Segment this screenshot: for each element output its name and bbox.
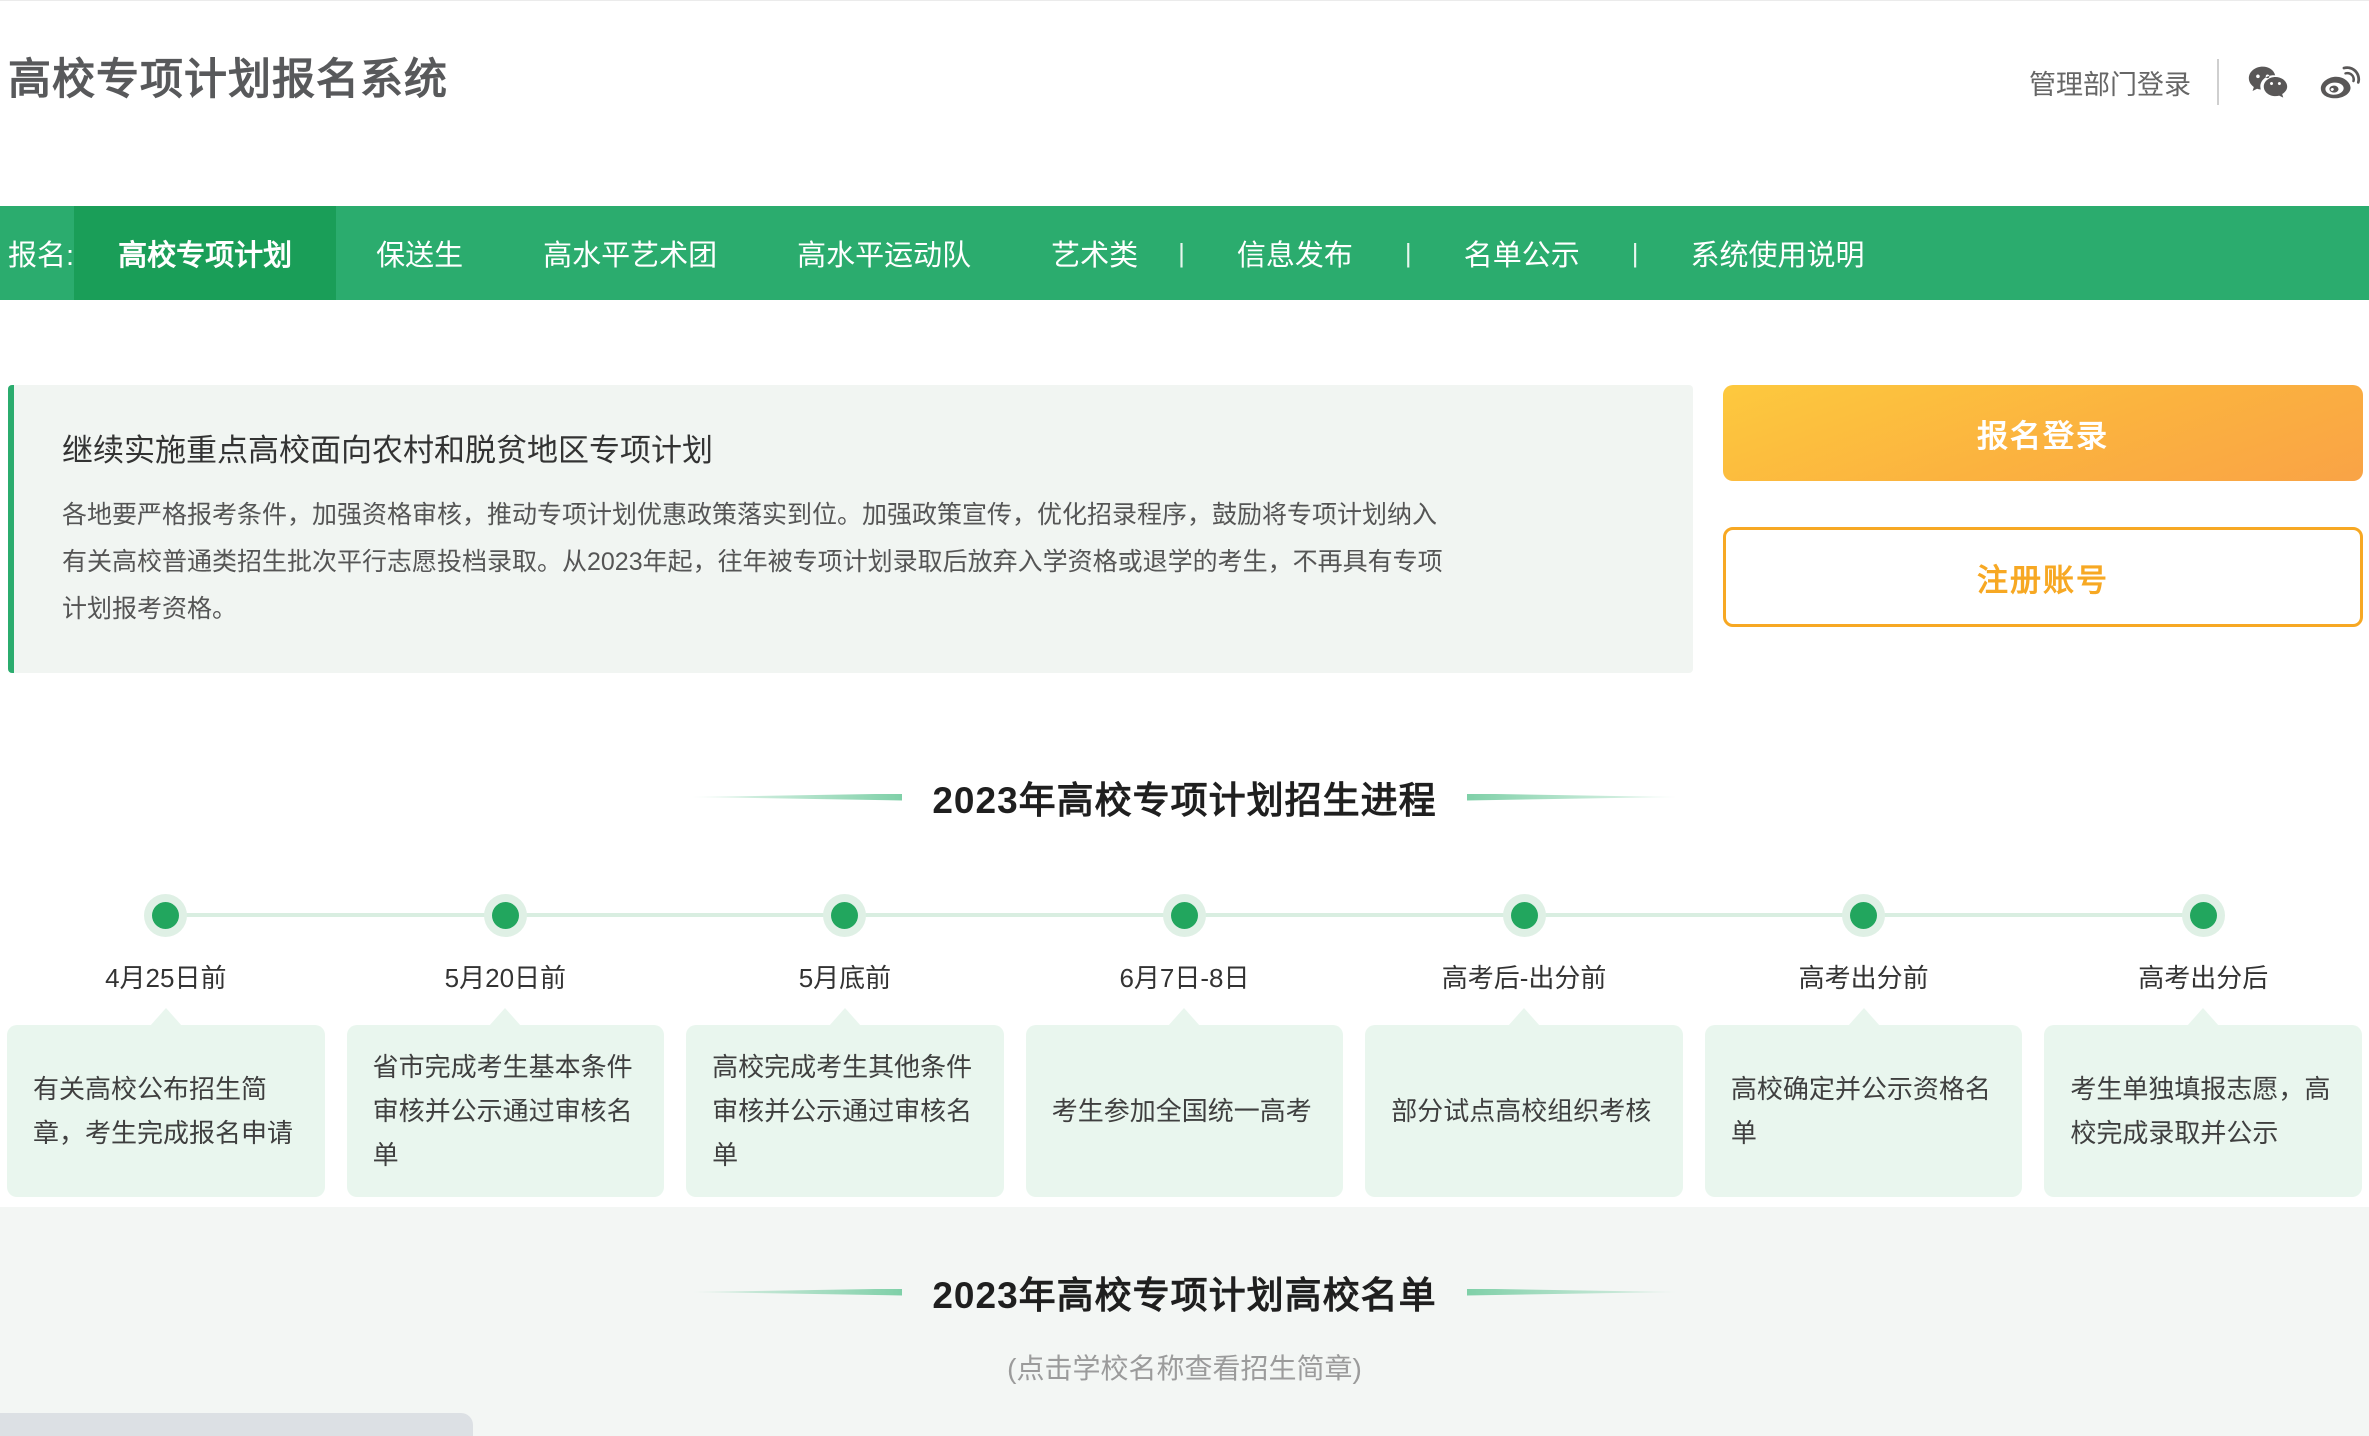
timeline-step-card: 高校完成考生其他条件审核并公示通过审核名单 <box>686 1025 1004 1197</box>
nav-tab-yishulei[interactable]: 艺术类 <box>1011 206 1178 300</box>
announcement-body-line: 有关高校普通类招生批次平行志愿投档录取。从2023年起，往年被专项计划录取后放弃… <box>62 539 1645 586</box>
timeline-dot <box>831 902 858 929</box>
hero-row: 继续实施重点高校面向农村和脱贫地区专项计划 各地要严格报考条件，加强资格审核，推… <box>0 385 2369 673</box>
timeline-dot-wrap <box>1850 894 1877 936</box>
timeline-dot <box>1850 902 1877 929</box>
nav-separator: | <box>1178 206 1185 300</box>
hero-actions: 报名登录 注册账号 <box>1723 385 2363 673</box>
timeline-step-date: 高考出分前 <box>1799 958 1929 995</box>
timeline-dot-wrap <box>1171 894 1198 936</box>
timeline: 4月25日前 有关高校公布招生简章，考生完成报名申请 5月20日前 省市完成考生… <box>0 894 2369 1197</box>
timeline-step-card: 考生单独填报志愿，高校完成录取并公示 <box>2044 1025 2362 1197</box>
deco-line-left <box>692 794 902 801</box>
timeline-step-card: 考生参加全国统一高考 <box>1026 1025 1344 1197</box>
login-button[interactable]: 报名登录 <box>1723 385 2363 481</box>
school-list-section: 2023年高校专项计划高校名单 (点击学校名称查看招生简章) <box>0 1207 2369 1436</box>
main-nav: 报名: 高校专项计划 保送生 高水平艺术团 高水平运动队 艺术类 | 信息发布 … <box>0 206 2369 300</box>
timeline-dot-wrap <box>831 894 858 936</box>
timeline-step-card: 有关高校公布招生简章，考生完成报名申请 <box>7 1025 325 1197</box>
nav-link-xinxifabu[interactable]: 信息发布 <box>1185 206 1405 300</box>
nav-tab-yishutuan[interactable]: 高水平艺术团 <box>503 206 757 300</box>
timeline-step: 5月20日前 省市完成考生基本条件审核并公示通过审核名单 <box>347 894 665 1197</box>
timeline-step: 6月7日-8日 考生参加全国统一高考 <box>1026 894 1344 1197</box>
horizontal-scrollbar-thumb[interactable] <box>0 1413 473 1436</box>
timeline-step-date: 5月20日前 <box>445 958 566 995</box>
timeline-step: 4月25日前 有关高校公布招生简章，考生完成报名申请 <box>7 894 325 1197</box>
timeline-dot <box>1171 902 1198 929</box>
deco-line-left <box>692 1289 902 1296</box>
timeline-step-date: 4月25日前 <box>105 958 226 995</box>
timeline-step-card: 省市完成考生基本条件审核并公示通过审核名单 <box>347 1025 665 1197</box>
timeline-dot-wrap <box>2190 894 2217 936</box>
timeline-step: 高考出分前 高校确定并公示资格名单 <box>1705 894 2023 1197</box>
announcement-panel: 继续实施重点高校面向农村和脱贫地区专项计划 各地要严格报考条件，加强资格审核，推… <box>8 385 1693 673</box>
timeline-step-date: 6月7日-8日 <box>1119 958 1249 995</box>
school-list-title: 2023年高校专项计划高校名单 <box>932 1265 1436 1319</box>
timeline-step: 高考后-出分前 部分试点高校组织考核 <box>1365 894 1683 1197</box>
timeline-step-card: 部分试点高校组织考核 <box>1365 1025 1683 1197</box>
weibo-icon[interactable] <box>2317 59 2363 105</box>
timeline-step-date: 高考出分后 <box>2138 958 2268 995</box>
nav-prefix-label: 报名: <box>0 206 74 300</box>
deco-line-right <box>1467 794 1677 801</box>
nav-separator: | <box>1405 206 1412 300</box>
timeline-step-date: 5月底前 <box>799 958 891 995</box>
timeline-section-title: 2023年高校专项计划招生进程 <box>932 770 1436 824</box>
school-list-subtitle: (点击学校名称查看招生简章) <box>0 1347 2369 1387</box>
header-divider <box>2217 59 2219 105</box>
timeline-step-date: 高考后-出分前 <box>1442 958 1607 995</box>
admin-login-link[interactable]: 管理部门登录 <box>2029 63 2191 102</box>
timeline-title-row: 2023年高校专项计划招生进程 <box>0 770 2369 824</box>
nav-separator: | <box>1632 206 1639 300</box>
timeline-dot <box>492 902 519 929</box>
timeline-dot-wrap <box>152 894 179 936</box>
announcement-body-line: 各地要严格报考条件，加强资格审核，推动专项计划优惠政策落实到位。加强政策宣传，优… <box>62 492 1645 539</box>
nav-link-mingdangongshi[interactable]: 名单公示 <box>1412 206 1632 300</box>
nav-tab-baosongsheng[interactable]: 保送生 <box>336 206 503 300</box>
deco-line-right <box>1467 1289 1677 1296</box>
register-button[interactable]: 注册账号 <box>1723 527 2363 627</box>
timeline-dot-wrap <box>1511 894 1538 936</box>
announcement-title[interactable]: 继续实施重点高校面向农村和脱贫地区专项计划 <box>62 425 1645 470</box>
announcement-body-line: 计划报考资格。 <box>62 586 1645 633</box>
timeline-dot <box>152 902 179 929</box>
page-header: 高校专项计划报名系统 管理部门登录 <box>0 1 2369 206</box>
timeline-step: 高考出分后 考生单独填报志愿，高校完成录取并公示 <box>2044 894 2362 1197</box>
timeline-step: 5月底前 高校完成考生其他条件审核并公示通过审核名单 <box>686 894 1004 1197</box>
timeline-dot-wrap <box>492 894 519 936</box>
timeline-dot <box>2190 902 2217 929</box>
header-right-group: 管理部门登录 <box>2029 59 2363 105</box>
nav-link-shiyongshuoming[interactable]: 系统使用说明 <box>1638 206 1916 300</box>
school-list-title-row: 2023年高校专项计划高校名单 <box>0 1265 2369 1319</box>
timeline-dot <box>1511 902 1538 929</box>
timeline-step-card: 高校确定并公示资格名单 <box>1705 1025 2023 1197</box>
site-title: 高校专项计划报名系统 <box>8 45 448 107</box>
nav-tab-gaoxiao-zhuanxiang[interactable]: 高校专项计划 <box>74 206 336 300</box>
nav-tab-yundongdui[interactable]: 高水平运动队 <box>757 206 1011 300</box>
wechat-icon[interactable] <box>2245 59 2291 105</box>
